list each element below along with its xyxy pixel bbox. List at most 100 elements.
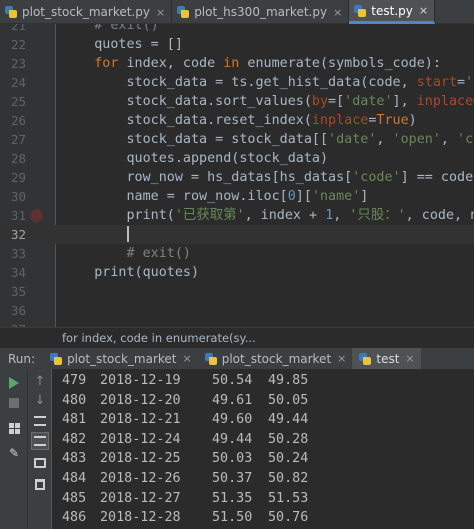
arrow-up-icon: ↑ [34,373,46,389]
line-number: 24 [10,75,26,90]
console-output-row: 482 2018-12-24 49.44 50.28 [62,430,308,450]
code-line[interactable]: 30 name = row_now.iloc[0]['name'] [0,187,474,206]
editor-tab-1[interactable]: plot_hs300_market.py × [172,0,350,24]
row-close: 50.28 [268,431,309,447]
code-text: # exit() [62,24,159,33]
print-button[interactable] [32,455,48,471]
code-line[interactable]: 32 [0,225,474,244]
code-text: name = row_now.iloc[0]['name'] [62,189,369,204]
code-line[interactable]: 27 stock_data = stock_data[['date', 'ope… [0,130,474,149]
code-line[interactable]: 29 row_now = hs_datas[hs_datas['code'] =… [0,168,474,187]
close-tab-icon[interactable]: × [419,4,428,17]
layout-icon [8,422,20,434]
line-number: 25 [10,94,26,109]
line-number: 23 [10,56,26,71]
run-label: Run: [8,351,36,366]
run-tab-label: test [376,351,400,366]
run-tab-2[interactable]: test × [352,347,421,370]
code-line[interactable]: 22 quotes = [] [0,35,474,54]
code-editor[interactable]: 21 # exit() 22 quotes = [] 23 for index, c… [0,24,474,346]
breadcrumb[interactable]: for index, code in enumerate(sy... [0,327,474,347]
run-tab-1[interactable]: plot_stock_market × [198,348,353,370]
close-run-tab-icon[interactable]: × [337,352,346,365]
row-close: 49.85 [268,373,309,388]
close-run-tab-icon[interactable]: × [405,352,414,365]
close-tab-icon[interactable]: × [156,6,165,19]
pin-icon: ✎ [8,446,20,460]
code-text: print('已获取第', index + 1, '只股：', code, na… [62,208,474,223]
row-open: 49.44 [212,431,253,447]
play-icon [9,377,19,389]
stop-button[interactable] [6,395,22,411]
console-output-row: 486 2018-12-28 51.50 50.76 [62,508,308,528]
python-file-icon [176,5,190,19]
printer-icon [34,458,46,468]
line-number: 28 [10,151,26,166]
breakpoint-hint-icon[interactable] [30,209,43,222]
line-number: 30 [10,189,26,204]
layout-button[interactable] [6,420,22,436]
code-text: # exit() [126,246,192,261]
close-tab-icon[interactable]: × [333,6,342,19]
line-number: 26 [10,113,26,128]
code-line[interactable]: 23 for index, code in enumerate(symbols_… [0,54,474,73]
console-output-row: 479 2018-12-19 50.54 49.85 [62,371,308,391]
row-close: 50.76 [268,510,309,526]
code-line[interactable]: 26 stock_data.reset_index(inplace=True) [0,111,474,130]
code-text: stock_data.reset_index(inplace=True) [62,113,417,128]
row-date: 2018-12-27 [100,490,181,506]
line-number: 36 [10,303,26,318]
code-text: for index, code in enumerate(symbols_cod… [94,56,441,71]
row-date: 2018-12-21 [100,412,181,428]
console-output-row: 481 2018-12-21 49.60 49.44 [62,410,308,430]
row-close: 51.53 [268,490,309,506]
row-close: 50.05 [268,392,309,408]
row-index: 482 [62,431,87,447]
code-text: stock_data = stock_data[['date', 'open',… [62,132,474,147]
row-open: 51.35 [212,490,253,506]
row-date: 2018-12-19 [100,373,181,388]
console-output-row: 483 2018-12-25 50.03 50.24 [62,449,308,469]
run-tab-0[interactable]: plot_stock_market × [43,348,198,370]
row-index: 484 [62,471,87,486]
console-output-row: 485 2018-12-27 51.35 51.53 [62,489,308,509]
editor-tab-2[interactable]: test.py × [349,0,436,24]
code-line[interactable]: 34 print(quotes) [0,263,474,282]
rerun-button[interactable] [6,375,22,391]
code-line[interactable]: 31 print('已获取第', index + 1, '只股：', code,… [0,206,474,225]
scroll-up-button[interactable]: ↑ [32,373,48,389]
editor-tab-label: plot_hs300_market.py [194,5,328,19]
code-line[interactable]: 24 stock_data = ts.get_hist_data(code, s… [0,73,474,92]
clear-button[interactable] [32,476,48,492]
row-close: 49.44 [268,412,309,428]
row-open: 50.37 [212,471,253,486]
code-line[interactable]: 36 [0,301,474,320]
line-number: 35 [10,284,26,299]
scroll-to-end-button[interactable] [31,432,49,450]
code-line[interactable]: 25 stock_data.sort_values(by=['date'], i… [0,92,474,111]
line-number: 27 [10,132,26,147]
line-number: 22 [10,37,26,52]
line-number: 29 [10,170,26,185]
python-run-icon [358,352,372,366]
scroll-down-button[interactable]: ↓ [32,392,48,408]
row-date: 2018-12-20 [100,392,181,408]
close-run-tab-icon[interactable]: × [183,352,192,365]
run-tab-label: plot_stock_market [67,351,177,366]
row-index: 479 [62,373,87,388]
pin-tab-button[interactable]: ✎ [6,445,22,461]
row-open: 49.60 [212,412,253,428]
row-index: 480 [62,392,87,408]
editor-tab-0[interactable]: plot_stock_market.py × [0,0,173,24]
editor-tab-label: plot_stock_market.py [22,5,150,19]
soft-wrap-button[interactable] [32,413,48,429]
code-text: stock_data = ts.get_hist_data(code, star… [62,75,474,90]
row-index: 485 [62,490,87,506]
code-line[interactable]: 21 # exit() [0,24,474,35]
run-console: ✎ ↑ ↓ 479 2018-12-19 50.54 49.85 480 2018-12-… [0,369,474,529]
code-text: stock_data.sort_values(by=['date'], inpl… [62,94,474,109]
row-index: 483 [62,451,87,467]
code-line[interactable]: 28 quotes.append(stock_data) [0,149,474,168]
code-line[interactable]: 33 # exit() [0,244,474,263]
code-line[interactable]: 35 [0,282,474,301]
